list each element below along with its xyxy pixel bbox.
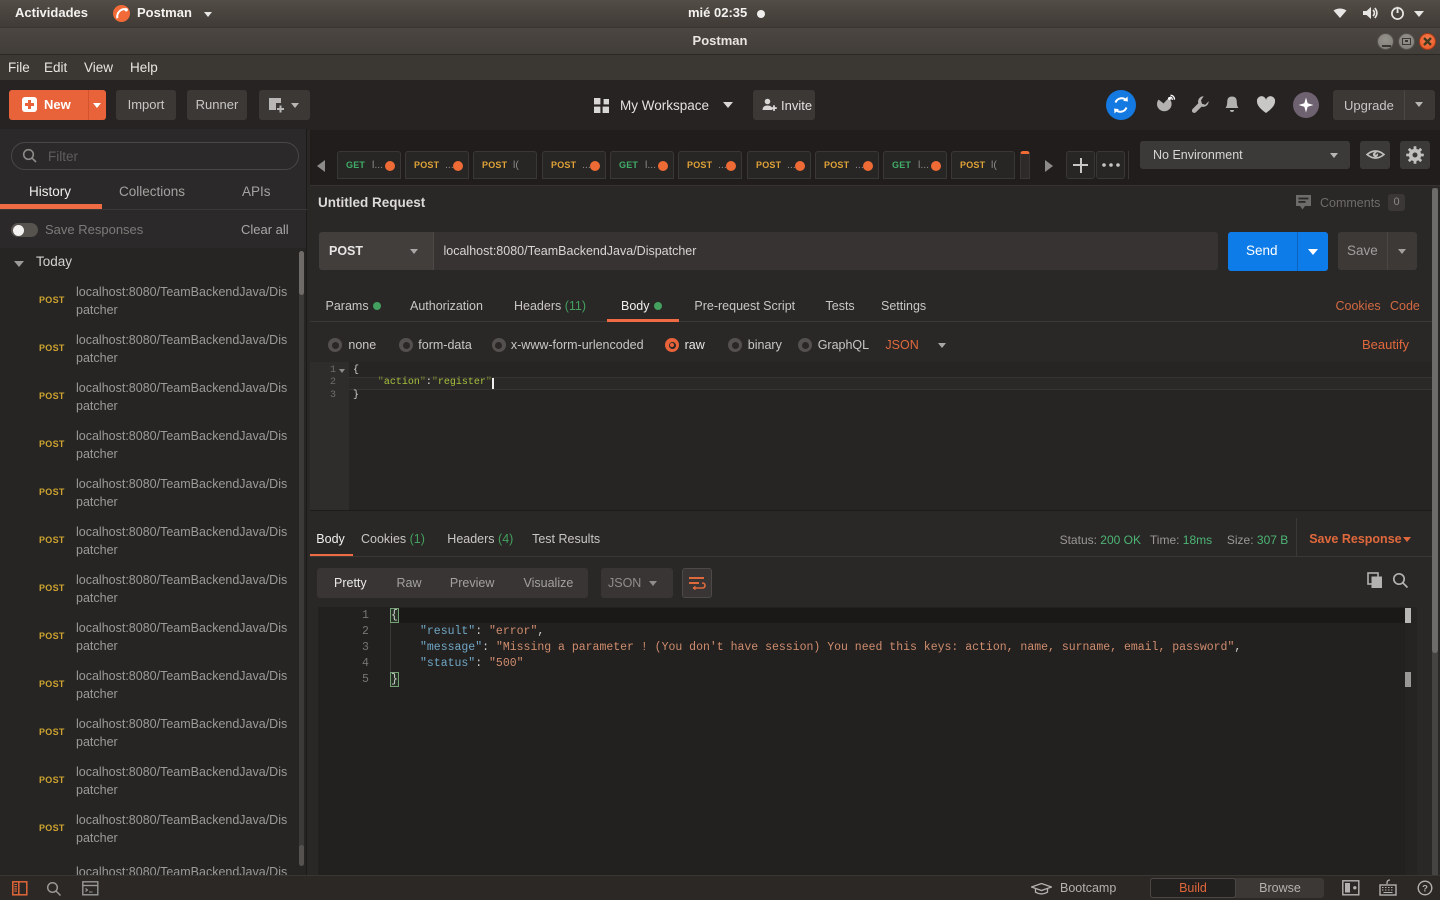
svg-text:?: ?	[1422, 884, 1428, 895]
